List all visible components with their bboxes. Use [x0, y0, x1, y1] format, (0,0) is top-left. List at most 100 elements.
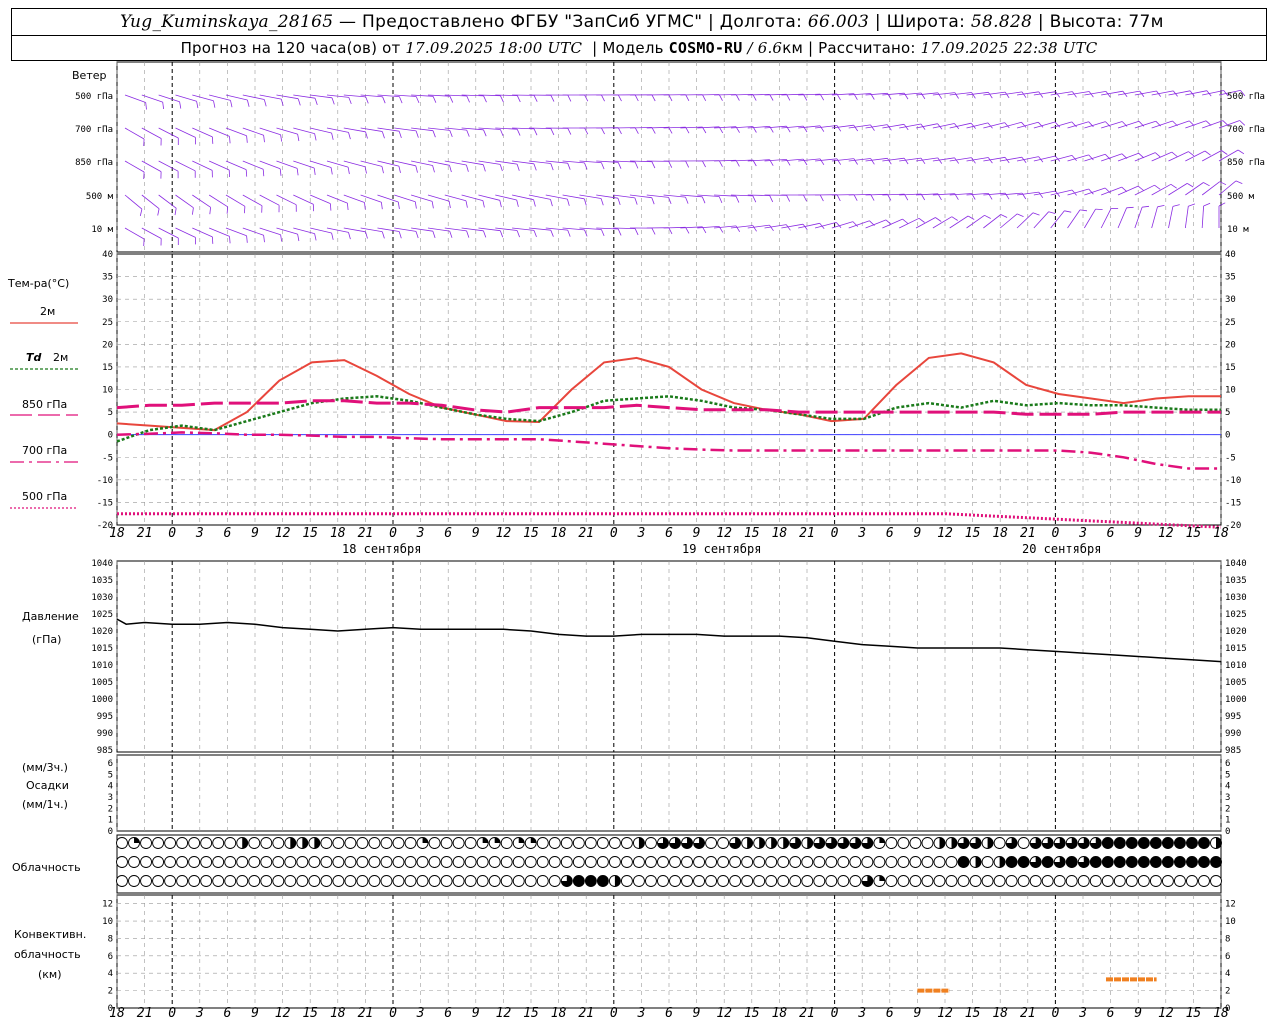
wind-barb — [208, 194, 228, 208]
cloud-symbol — [164, 856, 177, 868]
wind-barb-feather — [482, 164, 486, 172]
wind-barb-feather — [1055, 91, 1061, 98]
cloud-fill — [134, 837, 140, 843]
cloud-symbol — [512, 856, 525, 868]
wind-barb-feather — [1032, 212, 1040, 216]
x-tick-label: 0 — [831, 526, 839, 541]
cloud-symbol — [981, 856, 994, 868]
wind-barb-feather — [364, 202, 366, 210]
wind-level-label: 500 м — [86, 192, 114, 202]
y-tick-label: 4 — [108, 969, 113, 979]
cloud-symbol — [332, 856, 345, 868]
wind-barb — [1151, 183, 1172, 196]
wind-barb — [915, 217, 936, 229]
wind-barb-feather — [381, 131, 385, 139]
conv-title-1: Конвективн. — [14, 928, 86, 941]
wind-barb-feather — [853, 124, 859, 132]
cloud-fill — [242, 837, 248, 849]
cloud-symbol — [236, 856, 249, 868]
y-tick-label: 0 — [1225, 431, 1230, 441]
wind-barb — [1084, 121, 1106, 129]
wind-barb-feather — [297, 98, 301, 106]
wind-barb-feather — [1188, 203, 1196, 207]
cloud-fill — [1198, 837, 1210, 849]
y-tick-label: -20 — [1225, 521, 1241, 531]
wind-barb — [225, 160, 247, 170]
legend-700-label: 700 гПа — [22, 444, 67, 457]
x-tick-label: 15 — [1186, 1006, 1202, 1021]
wind-barb-feather — [331, 232, 334, 240]
x-tick-label: 15 — [744, 526, 760, 541]
wind-barb — [1067, 209, 1081, 229]
y-tick-label: 8 — [108, 934, 113, 944]
cloud-symbol — [260, 875, 273, 887]
cloud-symbol — [404, 856, 417, 868]
wind-barb-feather — [584, 162, 588, 170]
y-tick-label: 1005 — [91, 678, 113, 688]
wind-barb-feather — [735, 160, 740, 167]
wind-barb — [360, 194, 382, 203]
x-tick-label: 12 — [496, 1006, 512, 1021]
cloud-fill — [939, 837, 945, 849]
wind-barb-feather — [263, 235, 265, 243]
cloud-symbol — [140, 837, 152, 849]
cloud-symbol — [224, 856, 237, 868]
wind-barb-feather — [617, 228, 622, 236]
wind-barb-feather — [499, 200, 502, 208]
cloud-symbol — [620, 837, 633, 849]
wind-barb-feather — [432, 130, 436, 138]
wind-barb-feather — [550, 199, 553, 207]
y-tick-label: 6 — [1225, 759, 1230, 769]
wind-barb — [276, 194, 297, 206]
wind-barb-feather — [601, 94, 605, 102]
x-tick-label: 6 — [1107, 1006, 1115, 1021]
wind-barb-feather — [348, 97, 352, 105]
wind-barb-feather — [1154, 152, 1161, 158]
cloud-symbol — [1125, 875, 1138, 887]
wind-barb-feather — [601, 229, 605, 237]
x-tick-label: 6 — [223, 1006, 231, 1021]
cloud-symbol — [1053, 875, 1066, 887]
cloud-symbol — [981, 875, 994, 887]
cloud-symbol — [729, 856, 742, 868]
cloud-fill — [614, 875, 621, 887]
cloud-fill — [1114, 837, 1126, 849]
wind-barb-feather — [415, 130, 419, 138]
wind-barb-feather — [500, 95, 504, 103]
wind-barb-feather — [836, 158, 842, 165]
wind-barb — [360, 160, 383, 167]
cloud-symbol — [248, 856, 261, 868]
cloud-symbol — [128, 875, 140, 887]
wind-barb-feather — [466, 230, 470, 238]
cloud-fill — [1138, 856, 1150, 868]
wind-barb-feather — [786, 94, 791, 101]
cloud-symbol — [596, 856, 609, 868]
cloud-fill — [1162, 837, 1174, 849]
cloud-symbol — [921, 875, 934, 887]
wind-barb-feather — [365, 131, 368, 139]
wind-barb — [949, 215, 969, 229]
cloud-symbol — [572, 837, 585, 849]
wind-barb — [343, 160, 366, 168]
cloud-symbol — [645, 837, 657, 849]
wind-barb-feather — [297, 134, 300, 142]
wind-barb — [1168, 151, 1189, 162]
x-tick-label: 3 — [416, 1006, 425, 1021]
wind-barb — [175, 94, 197, 102]
cloud-symbol — [632, 875, 645, 887]
cloud-symbol — [260, 856, 273, 868]
wind-barb-feather — [1154, 184, 1161, 190]
y-tick-label: 0 — [1225, 827, 1230, 837]
cloud-symbol — [849, 875, 862, 887]
y-tick-label: 1035 — [1225, 576, 1247, 586]
cloud-symbol — [729, 875, 742, 887]
cloud-title: Облачность — [12, 861, 81, 874]
x-tick-label: 3 — [195, 526, 204, 541]
cloud-symbol — [308, 875, 321, 887]
y-tick-label: 1015 — [91, 644, 113, 654]
x-tick-label: 18 — [992, 1006, 1008, 1021]
wind-barb-feather — [297, 234, 300, 242]
wind-barb-feather — [533, 199, 536, 207]
wind-barb — [141, 94, 163, 103]
wind-barb-feather — [347, 203, 349, 211]
